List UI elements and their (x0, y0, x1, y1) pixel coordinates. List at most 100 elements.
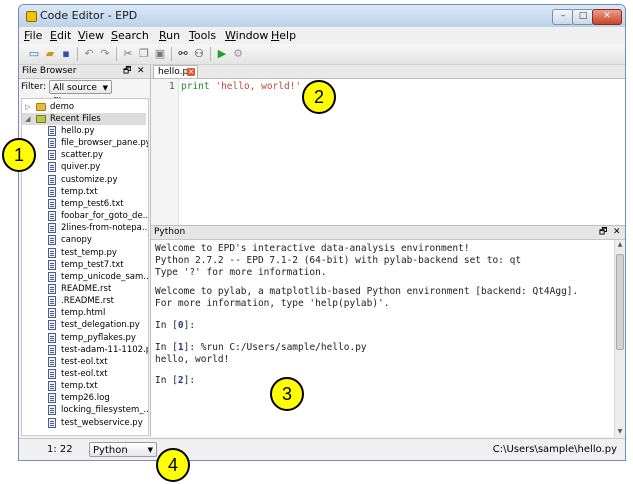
new-file-icon[interactable]: ▭ (27, 47, 41, 60)
tree-file-item[interactable]: temp.txt (22, 186, 146, 198)
find-replace-icon[interactable]: ⚇ (192, 47, 206, 60)
code-line-1[interactable]: print 'hello, world!' (181, 81, 301, 92)
debug-icon[interactable]: ⚙ (231, 47, 245, 60)
tree-file-item[interactable]: test_webservice.py (22, 417, 146, 429)
tree-file-item[interactable]: test-eol.txt (22, 356, 146, 368)
menu-edit-label: dit (56, 29, 72, 42)
tree-file-label: test_temp.py (61, 247, 117, 258)
tree-file-item[interactable]: README.rst (22, 283, 146, 295)
expand-arrow-icon[interactable]: ▷ (25, 101, 30, 113)
redo-icon[interactable]: ↷ (98, 47, 112, 60)
tree-file-item[interactable]: scatter.py (22, 149, 146, 161)
editor-tab-bar: hello.py ✕ (151, 65, 625, 79)
callout-1: 1 (2, 138, 36, 172)
tree-folder-demo[interactable]: ▷ demo (22, 101, 146, 113)
menu-file[interactable]: File (24, 29, 42, 42)
python-pane-header: Python 🗗 ✕ (151, 226, 625, 240)
tree-file-item[interactable]: temp_test7.txt (22, 259, 146, 271)
save-icon[interactable]: ▪ (59, 47, 73, 60)
tree-file-item[interactable]: quiver.py (22, 161, 146, 173)
tree-file-label: canopy (61, 235, 92, 246)
tree-file-item[interactable]: foobar_for_goto_de... (22, 210, 148, 222)
file-icon (48, 150, 56, 161)
console-scrollbar[interactable]: ▲ ▼ (614, 240, 625, 437)
file-icon (48, 162, 56, 173)
console-line: Python 2.7.2 -- EPD 7.1-2 (64-bit) with … (155, 255, 522, 266)
tree-file-label: .README.rst (61, 296, 115, 307)
editor-tab-hello-py[interactable]: hello.py ✕ (153, 65, 198, 78)
file-icon (48, 356, 56, 367)
filter-row: Filter: All source files ▼ (19, 79, 150, 107)
tree-file-item[interactable]: temp_test6.txt (22, 198, 146, 210)
menu-search[interactable]: Search (111, 29, 149, 42)
tree-file-item[interactable]: canopy (22, 234, 146, 246)
close-button[interactable]: ✕ (592, 9, 622, 25)
tree-file-label: customize.py (61, 174, 118, 185)
code-keyword: print (181, 81, 210, 92)
console-line: Type '?' for more information. (155, 267, 327, 278)
paste-icon[interactable]: ▣ (153, 47, 167, 60)
file-tree[interactable]: ▷ demo ◢ Recent Files hello.py file_brows… (21, 98, 149, 436)
menu-run[interactable]: Run (159, 29, 180, 42)
file-icon (48, 235, 56, 246)
menu-tools[interactable]: Tools (189, 29, 216, 42)
tree-folder-recent-files[interactable]: ◢ Recent Files (22, 113, 146, 125)
collapse-arrow-icon[interactable]: ◢ (25, 113, 30, 125)
menu-view[interactable]: View (78, 29, 104, 42)
tree-file-item[interactable]: temp_pyflakes.py (22, 332, 146, 344)
menu-window-label: indow (235, 29, 269, 42)
status-bar: 1: 22 Python ▼ C:\Users\sample\hello.py (19, 438, 625, 460)
tree-file-label: test_webservice.py (61, 417, 143, 428)
menu-edit[interactable]: Edit (50, 29, 71, 42)
find-icon[interactable]: ⚯ (176, 47, 190, 60)
title-bar: Code Editor - EPD – □ ✕ (19, 5, 625, 28)
menu-window[interactable]: Window (225, 29, 268, 42)
tree-file-item[interactable]: temp_unicode_sam... (22, 271, 148, 283)
tree-file-item[interactable]: customize.py (22, 174, 146, 186)
tree-file-item[interactable]: temp26.log (22, 392, 146, 404)
tree-file-item[interactable]: test_delegation.py (22, 319, 146, 331)
maximize-button[interactable]: □ (572, 9, 594, 25)
language-dropdown[interactable]: Python ▼ (89, 442, 157, 457)
tree-file-item[interactable]: test-eol.txt (22, 368, 146, 380)
close-pane-icon[interactable]: ✕ (137, 65, 145, 78)
file-icon (48, 308, 56, 319)
tree-file-item[interactable]: file_browser_pane.py (22, 137, 148, 149)
scroll-up-icon[interactable]: ▲ (615, 240, 625, 250)
tree-file-item[interactable]: hello.py (22, 125, 146, 137)
python-console[interactable]: Welcome to EPD's interactive data-analys… (151, 240, 625, 437)
run-icon[interactable]: ▶ (215, 47, 229, 60)
cursor-position: 1: 22 (47, 444, 73, 455)
file-icon (48, 211, 56, 222)
scroll-down-icon[interactable]: ▼ (615, 427, 625, 437)
close-pane-icon[interactable]: ✕ (613, 226, 621, 239)
open-folder-icon[interactable]: ▰ (43, 47, 57, 60)
menu-bar: File Edit View Search Run Tools Window H… (19, 27, 625, 44)
tree-file-item[interactable]: 2lines-from-notepa... (22, 222, 148, 234)
menu-view-label: iew (85, 29, 105, 42)
tree-folder-label: Recent Files (50, 114, 101, 124)
minimize-button[interactable]: – (552, 9, 574, 25)
file-icon (48, 296, 56, 307)
code-editor[interactable]: 1 print 'hello, world!' (151, 79, 625, 226)
cut-icon[interactable]: ✂ (121, 47, 135, 60)
scroll-thumb[interactable] (616, 254, 624, 350)
float-pane-icon[interactable]: 🗗 (123, 65, 131, 78)
close-tab-icon[interactable]: ✕ (187, 68, 195, 76)
copy-icon[interactable]: ❐ (137, 47, 151, 60)
tree-file-item[interactable]: test-adam-11-1102.py (22, 344, 148, 356)
float-pane-icon[interactable]: 🗗 (599, 226, 607, 239)
menu-help[interactable]: Help (271, 29, 296, 42)
undo-icon[interactable]: ↶ (82, 47, 96, 60)
callout-3: 3 (270, 377, 304, 411)
console-line: For more information, type 'help(pylab)'… (155, 298, 390, 309)
file-icon (48, 332, 56, 343)
folder-icon (36, 115, 46, 123)
tree-file-item[interactable]: .README.rst (22, 295, 146, 307)
tree-file-item[interactable]: temp.html (22, 307, 146, 319)
filter-dropdown[interactable]: All source files ▼ (49, 80, 112, 107)
chevron-down-icon: ▼ (147, 446, 153, 454)
tree-file-item[interactable]: locking_filesystem_... (22, 404, 148, 416)
tree-file-item[interactable]: test_temp.py (22, 247, 146, 259)
tree-file-item[interactable]: temp.txt (22, 380, 146, 392)
